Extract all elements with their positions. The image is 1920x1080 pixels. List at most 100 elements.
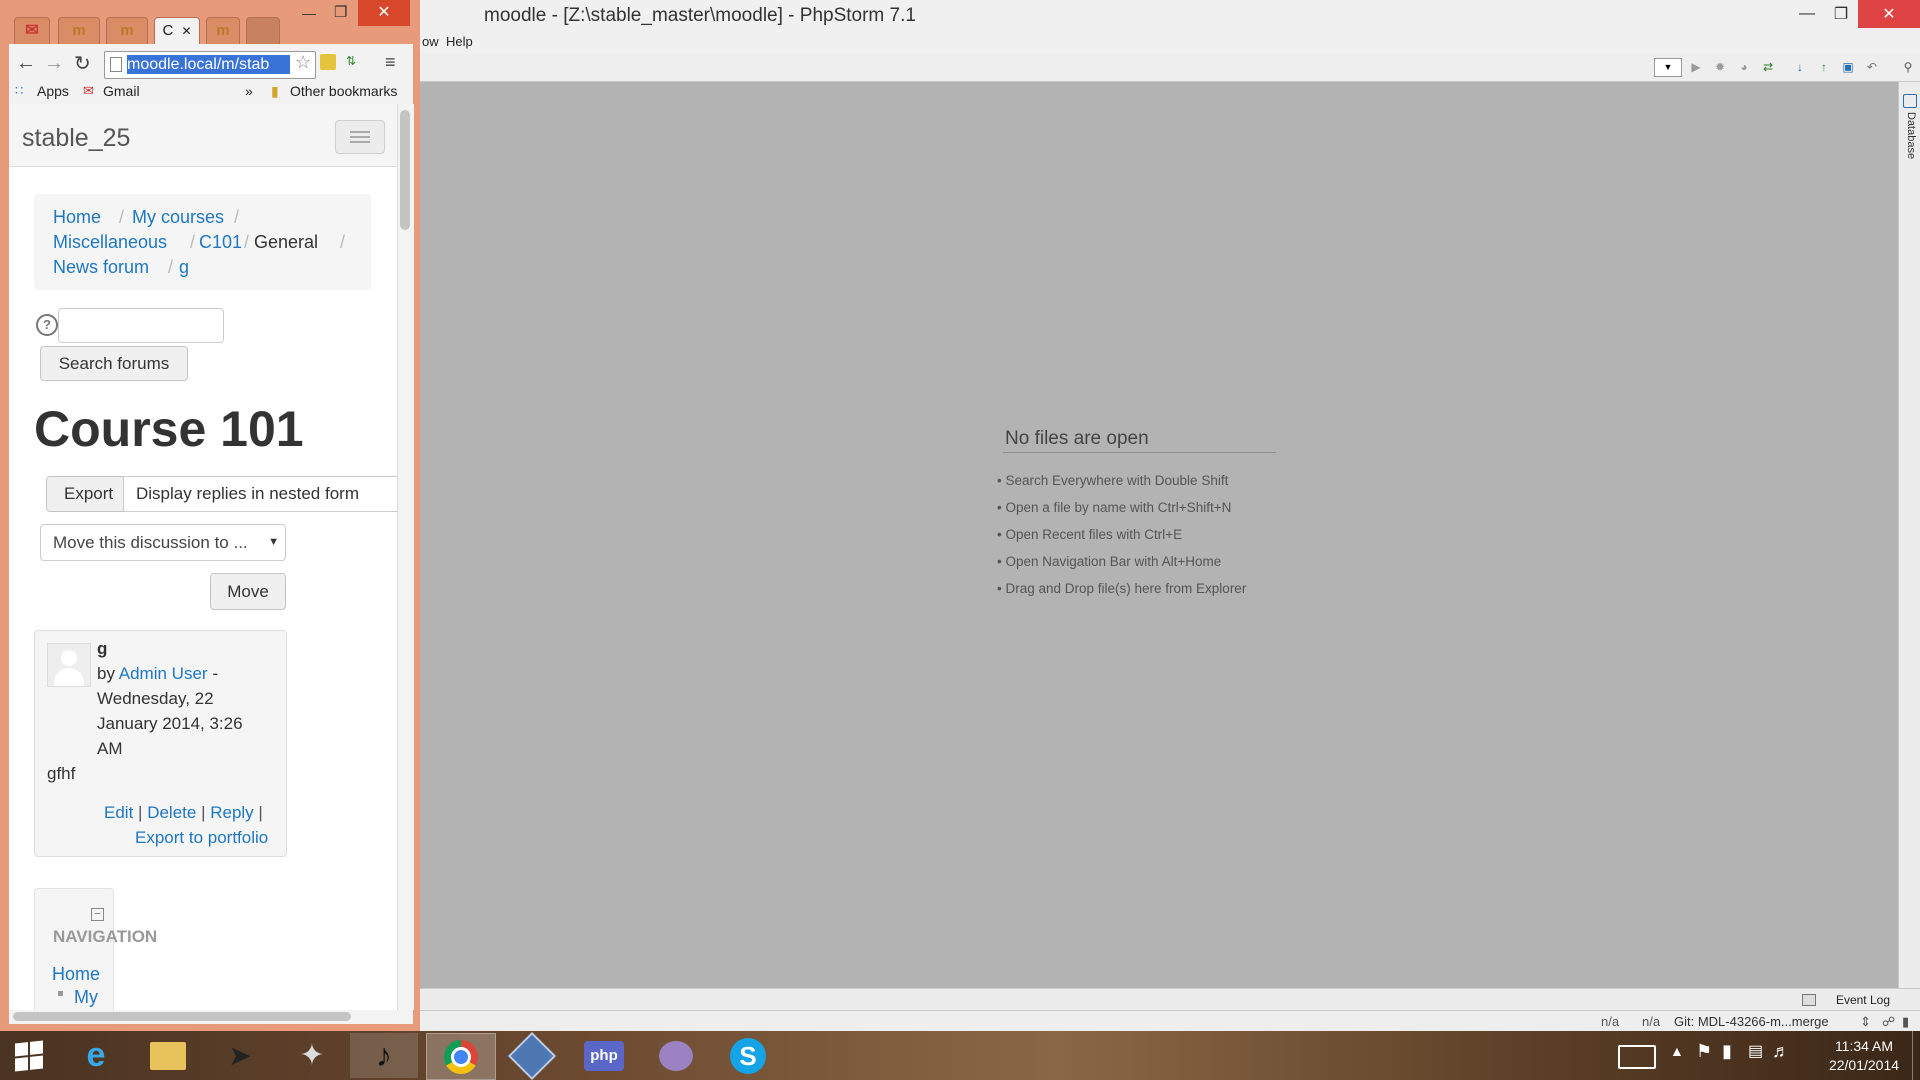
bookmark-other[interactable]: Other bookmarks xyxy=(290,83,397,99)
debug-icon[interactable]: ✹ xyxy=(1712,59,1728,75)
file-explorer-icon[interactable] xyxy=(134,1033,202,1078)
nav-my-link[interactable]: My xyxy=(74,987,98,1008)
edit-link[interactable]: Edit xyxy=(104,803,133,822)
vertical-scroll-thumb[interactable] xyxy=(400,110,410,230)
search-forums-button[interactable]: Search forums xyxy=(40,346,188,381)
run-config-dropdown[interactable]: ▼ xyxy=(1654,58,1682,77)
breadcrumb-home[interactable]: Home xyxy=(53,207,101,228)
display-mode-select[interactable]: Display replies in nested form xyxy=(123,476,397,512)
close-button[interactable]: ✕ xyxy=(1858,0,1920,28)
site-name[interactable]: stable_25 xyxy=(22,124,130,153)
bookmark-star-icon[interactable]: ☆ xyxy=(295,52,311,73)
listen-debug-icon[interactable]: ◕ xyxy=(1736,59,1752,75)
phpstorm-taskbar-icon[interactable]: php xyxy=(570,1033,638,1078)
bookmarks-more[interactable]: » xyxy=(245,83,253,99)
vcs-compare-icon[interactable]: ▣ xyxy=(1840,59,1856,75)
event-log-button[interactable]: Event Log xyxy=(1836,993,1890,1007)
gmail-tab-icon: ✉ xyxy=(25,22,39,39)
network-icon[interactable]: ▤ xyxy=(1748,1041,1763,1061)
horizontal-scroll-thumb[interactable] xyxy=(13,1012,351,1021)
extension-icon[interactable] xyxy=(320,54,336,70)
export-portfolio-link[interactable]: Export to portfolio xyxy=(135,828,268,848)
breadcrumb-discussion[interactable]: g xyxy=(179,257,189,278)
virtualbox-icon[interactable] xyxy=(498,1031,566,1080)
breadcrumb-my-courses[interactable]: My courses xyxy=(132,207,224,228)
app-icon-tools[interactable]: ✦ xyxy=(278,1033,346,1078)
delete-link[interactable]: Delete xyxy=(147,803,196,822)
menu-window[interactable]: ow xyxy=(422,34,439,49)
nav-toggle-button[interactable] xyxy=(335,120,385,154)
bookmark-apps[interactable]: Apps xyxy=(37,83,69,99)
app-icon-bird[interactable]: ➤ xyxy=(206,1033,274,1078)
run-icon[interactable]: ▶ xyxy=(1688,59,1704,75)
search-forums-input[interactable] xyxy=(58,308,224,343)
breadcrumb-c101[interactable]: C101 xyxy=(199,232,242,253)
bookmark-gmail[interactable]: Gmail xyxy=(103,83,140,99)
web-page: stable_25 Home / My courses / Miscellane… xyxy=(9,104,397,1010)
no-files-title: No files are open xyxy=(1003,428,1276,453)
power-icon[interactable]: ▮ xyxy=(1722,1041,1732,1062)
system-clock[interactable]: 11:34 AM 22/01/2014 xyxy=(1816,1037,1912,1075)
menu-help[interactable]: Help xyxy=(446,34,473,49)
breadcrumb-general: General xyxy=(254,232,319,252)
reply-link[interactable]: Reply xyxy=(210,803,253,822)
avatar[interactable] xyxy=(47,643,91,687)
windows-taskbar: e ➤ ✦ ♪ php S ▲ ⚑ ▮ ▤ ♬ xyxy=(0,1031,1920,1080)
tab-moodle-1[interactable]: m xyxy=(58,17,100,45)
vertical-scrollbar[interactable] xyxy=(397,104,414,1010)
sync-icon[interactable]: ⇄ xyxy=(1760,59,1776,75)
music-player-icon[interactable]: ♪ xyxy=(350,1033,418,1078)
tab-moodle-2[interactable]: m xyxy=(106,17,148,45)
tab-moodle-3[interactable]: m xyxy=(206,17,240,45)
chrome-close-button[interactable]: ✕ xyxy=(358,0,410,26)
post-date-line-2: January 2014, 3:26 xyxy=(97,714,243,733)
help-icon[interactable]: ? xyxy=(36,314,58,336)
breadcrumb-miscellaneous[interactable]: Miscellaneous xyxy=(53,232,167,253)
skype-icon[interactable]: S xyxy=(714,1033,782,1078)
post-message: gfhf xyxy=(47,764,76,783)
git-branch-chevron-icon[interactable]: ⇕ xyxy=(1860,1014,1871,1030)
navigation-block: – NAVIGATION Home My xyxy=(34,888,157,1010)
database-tool-tab[interactable]: Database xyxy=(1900,92,1918,172)
hint-search-everywhere: • Search Everywhere with Double Shift xyxy=(997,473,1229,488)
chrome-minimize-button[interactable]: — xyxy=(302,5,316,21)
move-button[interactable]: Move xyxy=(210,573,286,610)
vcs-update-icon[interactable]: ↓ xyxy=(1792,59,1808,75)
forward-icon[interactable]: → xyxy=(44,52,64,75)
lock-icon[interactable]: ☍ xyxy=(1882,1014,1895,1030)
chrome-maximize-button[interactable]: ❐ xyxy=(334,3,347,21)
show-desktop-button[interactable] xyxy=(1912,1031,1920,1080)
search-icon[interactable]: ⚲ xyxy=(1900,59,1916,75)
revert-icon[interactable]: ↶ xyxy=(1864,59,1880,75)
back-icon[interactable]: ← xyxy=(16,52,36,75)
empty-editor-panel: No files are open • Search Everywhere wi… xyxy=(997,428,1276,602)
move-discussion-select[interactable]: Move this discussion to ... ▼ xyxy=(40,524,286,561)
breadcrumb-news-forum[interactable]: News forum xyxy=(53,257,149,278)
close-tab-icon[interactable]: ✕ xyxy=(181,24,191,38)
pidgin-icon[interactable] xyxy=(642,1033,710,1078)
chrome-taskbar-icon[interactable] xyxy=(426,1033,496,1080)
git-branch[interactable]: Git: MDL-43266-m...merge xyxy=(1674,1014,1829,1029)
action-center-flag-icon[interactable]: ⚑ xyxy=(1696,1041,1712,1062)
nav-home-link[interactable]: Home xyxy=(52,964,100,985)
hint-open-file: • Open a file by name with Ctrl+Shift+N xyxy=(997,500,1232,515)
start-button[interactable] xyxy=(0,1033,58,1078)
internet-explorer-icon[interactable]: e xyxy=(62,1033,130,1078)
touch-keyboard-icon[interactable] xyxy=(1618,1045,1656,1069)
collapse-block-icon[interactable]: – xyxy=(91,908,104,921)
reload-icon[interactable]: ↻ xyxy=(74,51,91,76)
tab-active[interactable]: C ✕ xyxy=(154,17,200,45)
show-hidden-icons-chevron-icon[interactable]: ▲ xyxy=(1670,1043,1684,1059)
new-tab-button[interactable] xyxy=(246,17,280,45)
hint-drag-drop: • Drag and Drop file(s) here from Explor… xyxy=(997,581,1247,596)
vcs-commit-icon[interactable]: ↑ xyxy=(1816,59,1832,75)
url-text[interactable]: moodle.local/m/stab xyxy=(127,55,290,74)
volume-icon[interactable]: ♬ xyxy=(1772,1041,1790,1062)
address-bar[interactable]: moodle.local/m/stab ☆ xyxy=(104,51,316,79)
js-extension-icon[interactable]: ⇅ xyxy=(346,54,356,68)
moodle-header: stable_25 xyxy=(9,104,397,167)
chrome-menu-icon[interactable]: ≡ xyxy=(385,52,396,73)
post-author-link[interactable]: Admin User xyxy=(119,664,208,683)
tab-gmail[interactable]: ✉ xyxy=(14,17,50,45)
folder-icon: ▮ xyxy=(271,83,279,99)
